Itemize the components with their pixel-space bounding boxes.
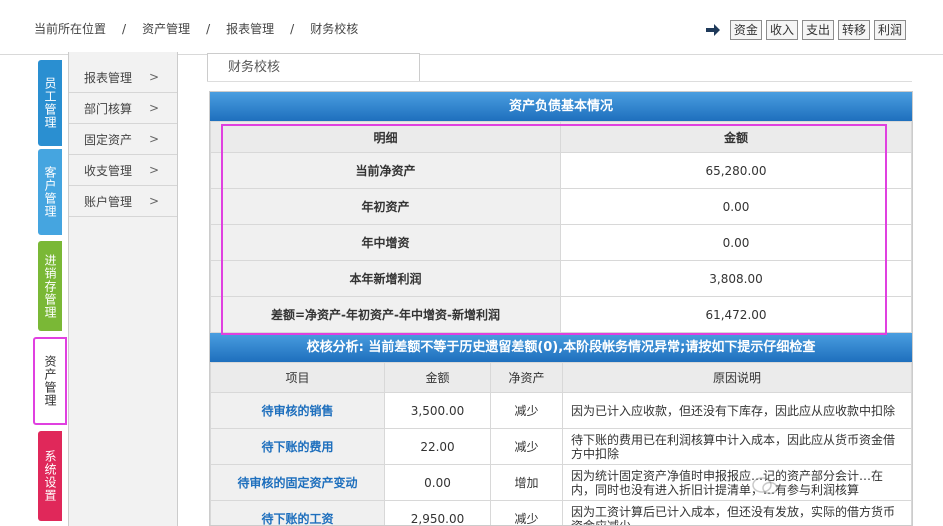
tab-inventory[interactable]: 进销存管理 — [38, 241, 62, 331]
change-cell: 减少 — [490, 392, 563, 429]
profit-button[interactable]: 利润 — [873, 20, 906, 40]
table-row: 年中增资 0.00 — [210, 224, 912, 261]
table-row: 待审核的固定资产变动 0.00 增加 因为统计固定资产净值时申报报应…记的资产部… — [210, 464, 912, 501]
chevron-right-icon: > — [149, 101, 160, 115]
column-header: 金额 — [384, 362, 491, 393]
table-row: 差额=净资产-年初资产-年中增资-新增利润 61,472.00 — [210, 296, 912, 333]
column-header: 净资产 — [490, 362, 563, 393]
amount-cell: 22.00 — [384, 428, 491, 465]
submenu-item-department[interactable]: 部门核算 > — [69, 93, 177, 124]
item-link[interactable]: 待下账的工资 — [210, 500, 385, 525]
table-row: 待下账的费用 22.00 减少 待下账的费用已在利润核算中计入成本，因此应从货币… — [210, 428, 912, 465]
submenu-item-label: 报表管理 — [84, 70, 133, 85]
breadcrumb-prefix: 当前所在位置 — [34, 22, 107, 36]
tab-financial-check[interactable]: 财务校核 — [207, 53, 420, 81]
expense-button[interactable]: 支出 — [801, 20, 834, 40]
amount-cell: 0.00 — [384, 464, 491, 501]
main-panel: 资产负债基本情况 明细 金额 当前净资产 65,280.00 年初资产 0.00… — [209, 91, 913, 526]
breadcrumb-item-report[interactable]: 报表管理 — [226, 20, 274, 37]
amount-cell: 2,950.00 — [384, 500, 491, 525]
submenu-spacer — [69, 52, 177, 62]
submenu-item-income-expense[interactable]: 收支管理 > — [69, 155, 177, 186]
column-header: 金额 — [560, 121, 912, 153]
change-cell: 减少 — [490, 428, 563, 465]
reason-cell: 因为已计入应收款，但还没有下库存，因此应从应收款中扣除 — [562, 392, 912, 429]
column-header: 明细 — [210, 121, 561, 153]
column-header: 原因说明 — [562, 362, 912, 393]
item-link[interactable]: 待下账的费用 — [210, 428, 385, 465]
row-value: 0.00 — [560, 188, 912, 225]
submenu-item-label: 收支管理 — [84, 163, 133, 178]
breadcrumb-item-asset[interactable]: 资产管理 — [142, 20, 190, 37]
row-label: 本年新增利润 — [210, 260, 561, 297]
tab-employee[interactable]: 员工管理 — [38, 60, 62, 146]
change-cell: 减少 — [490, 500, 563, 525]
tab-customer[interactable]: 客户管理 — [38, 149, 62, 235]
breadcrumb-separator: / — [290, 21, 295, 36]
row-value: 3,808.00 — [560, 260, 912, 297]
reason-cell: 待下账的费用已在利润核算中计入成本，因此应从货币资金借方中扣除 — [562, 428, 912, 465]
submenu-item-label: 账户管理 — [84, 194, 133, 209]
arrow-right-icon — [704, 21, 722, 39]
submenu-item-account[interactable]: 账户管理 > — [69, 186, 177, 217]
tab-divider — [207, 81, 912, 82]
column-header: 项目 — [210, 362, 385, 393]
chevron-right-icon: > — [149, 132, 160, 146]
tab-asset[interactable]: 资产管理 — [33, 337, 67, 425]
submenu-item-label: 固定资产 — [84, 132, 133, 147]
table-row: 本年新增利润 3,808.00 — [210, 260, 912, 297]
transfer-button[interactable]: 转移 — [837, 20, 870, 40]
chevron-right-icon: > — [149, 70, 160, 84]
vertical-tabs: 员工管理 客户管理 进销存管理 资产管理 系统设置 — [0, 55, 70, 526]
row-label: 差额=净资产-年初资产-年中增资-新增利润 — [210, 296, 561, 333]
reason-cell: 因为工资计算后已计入成本，但还没有发放，实际的借方货币资金应减少 — [562, 500, 912, 525]
chevron-right-icon: > — [149, 194, 160, 208]
item-link[interactable]: 待审核的销售 — [210, 392, 385, 429]
amount-cell: 3,500.00 — [384, 392, 491, 429]
table-row: 待审核的销售 3,500.00 减少 因为已计入应收款，但还没有下库存，因此应从… — [210, 392, 912, 429]
analysis-table: 项目 金额 净资产 原因说明 待审核的销售 3,500.00 减少 因为已计入应… — [210, 362, 912, 525]
table-row: 待下账的工资 2,950.00 减少 因为工资计算后已计入成本，但还没有发放，实… — [210, 500, 912, 525]
breadcrumb: 当前所在位置 / 资产管理 / 报表管理 / 财务校核 — [34, 20, 358, 37]
row-label: 当前净资产 — [210, 152, 561, 189]
table-header-row: 明细 金额 — [210, 121, 912, 153]
breadcrumb-separator: / — [206, 21, 211, 36]
table-row: 当前净资产 65,280.00 — [210, 152, 912, 189]
row-label: 年初资产 — [210, 188, 561, 225]
table-header-row: 项目 金额 净资产 原因说明 — [210, 362, 912, 393]
fund-button[interactable]: 资金 — [729, 20, 762, 40]
submenu-item-report[interactable]: 报表管理 > — [69, 62, 177, 93]
submenu: 报表管理 > 部门核算 > 固定资产 > 收支管理 > 账户管理 > — [68, 52, 178, 526]
row-value: 0.00 — [560, 224, 912, 261]
balance-table: 明细 金额 当前净资产 65,280.00 年初资产 0.00 年中增资 0.0… — [210, 121, 912, 333]
item-link[interactable]: 待审核的固定资产变动 — [210, 464, 385, 501]
change-cell: 增加 — [490, 464, 563, 501]
reason-cell: 因为统计固定资产净值时申报报应…记的资产部分会计…在内，同时也没有进入折旧计提清… — [562, 464, 912, 501]
section-title-balance: 资产负债基本情况 — [210, 92, 912, 121]
breadcrumb-item-current: 财务校核 — [310, 22, 359, 36]
submenu-item-label: 部门核算 — [84, 101, 133, 116]
row-label: 年中增资 — [210, 224, 561, 261]
row-value: 61,472.00 — [560, 296, 912, 333]
breadcrumb-separator: / — [122, 21, 127, 36]
chevron-right-icon: > — [149, 163, 160, 177]
top-bar: 当前所在位置 / 资产管理 / 报表管理 / 财务校核 资金 收入 支出 转移 … — [0, 0, 943, 55]
table-row: 年初资产 0.00 — [210, 188, 912, 225]
submenu-item-fixed-asset[interactable]: 固定资产 > — [69, 124, 177, 155]
tab-system[interactable]: 系统设置 — [38, 431, 62, 521]
income-button[interactable]: 收入 — [765, 20, 798, 40]
quick-actions: 资金 收入 支出 转移 利润 — [704, 20, 906, 40]
row-value: 65,280.00 — [560, 152, 912, 189]
section-title-analysis: 校核分析: 当前差额不等于历史遗留差额(0),本阶段帐务情况异常;请按如下提示仔… — [210, 333, 912, 362]
